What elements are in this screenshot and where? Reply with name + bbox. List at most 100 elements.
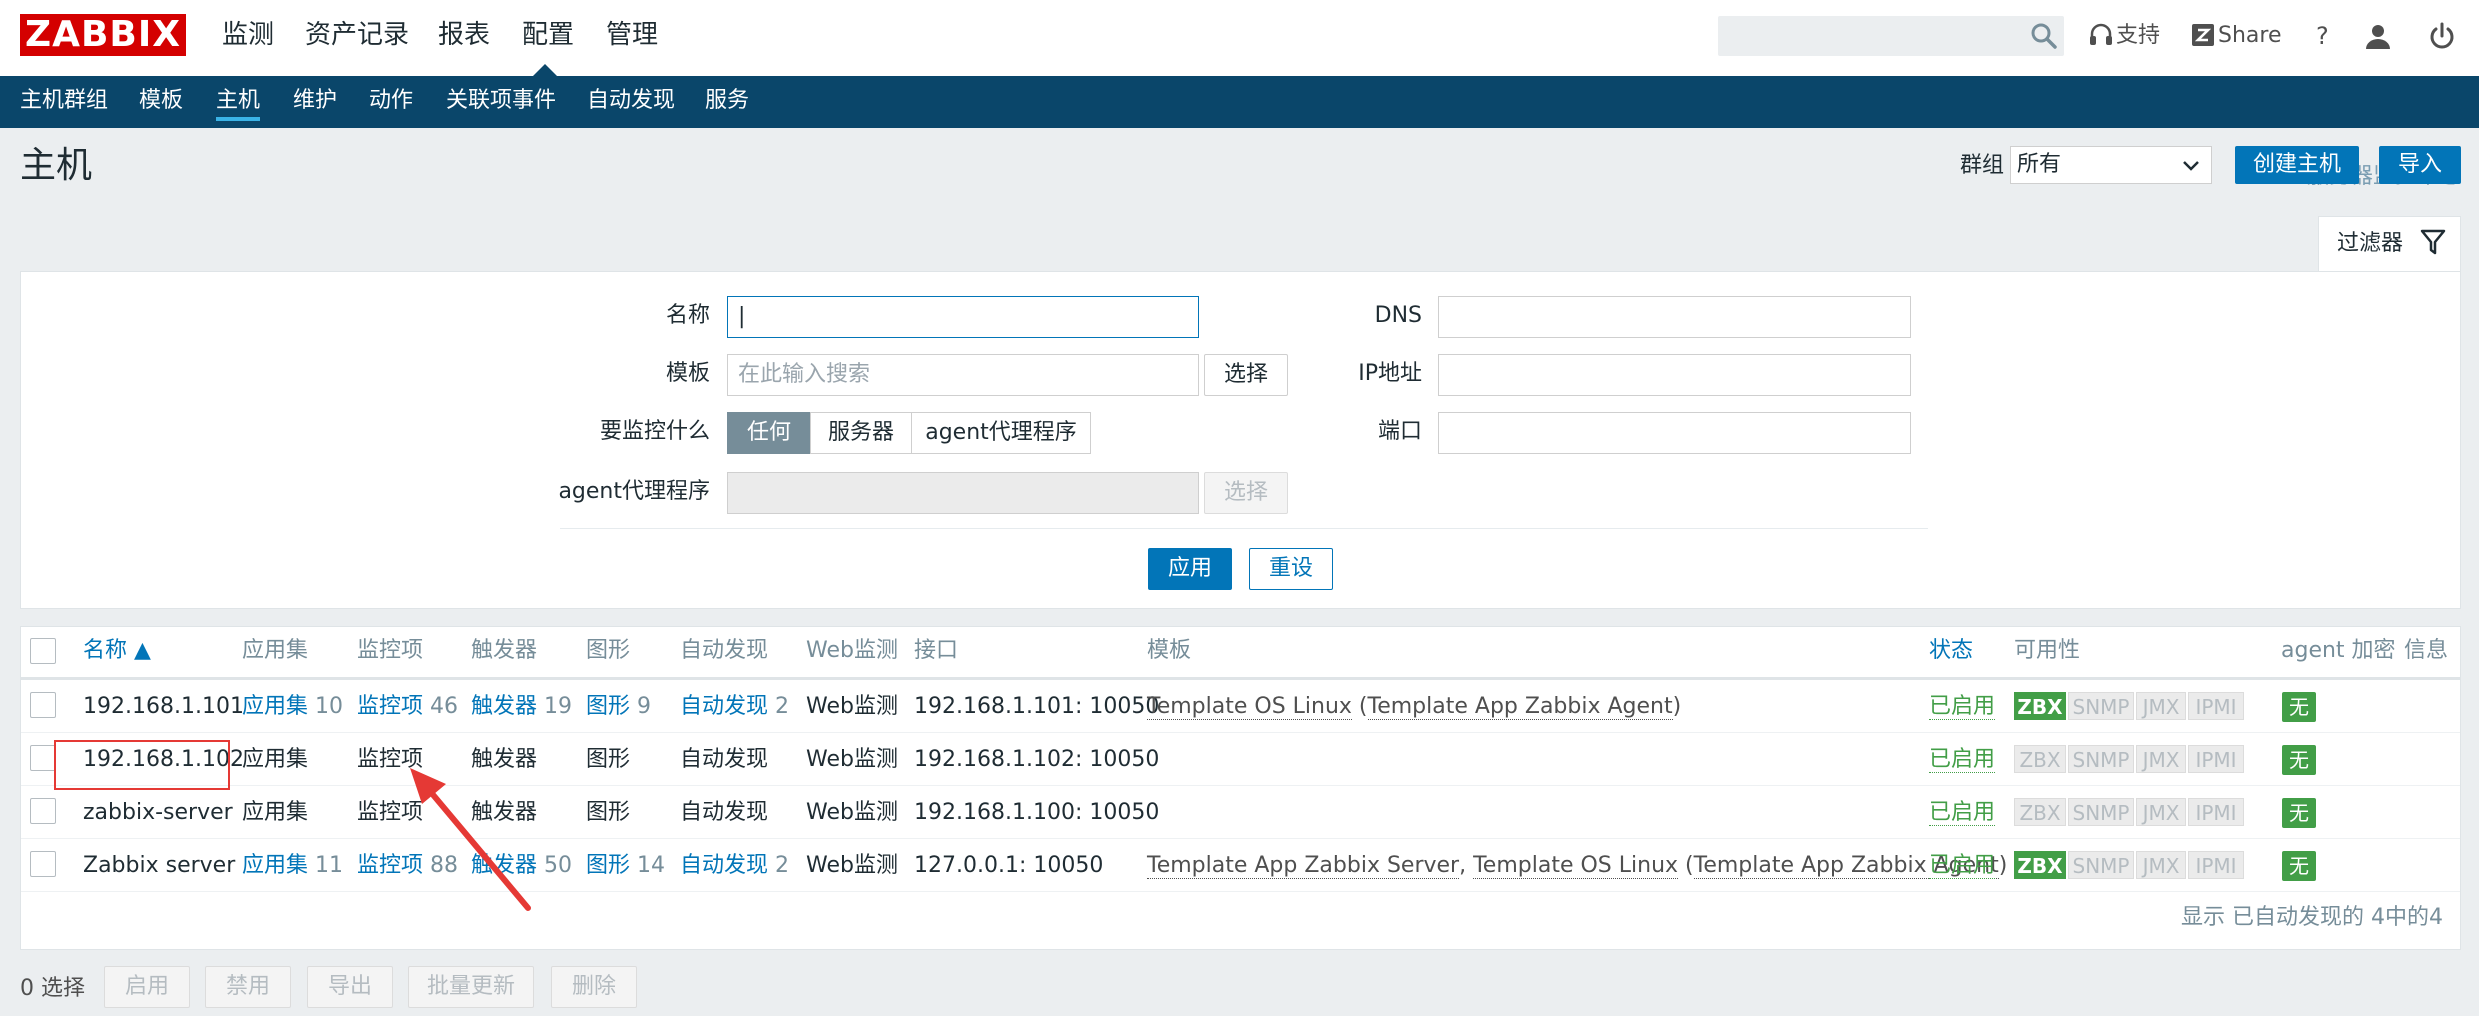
menu-monitoring[interactable]: 监测: [222, 0, 274, 76]
col-discovery-header: 自动发现: [680, 638, 769, 663]
proxy-label: agent代理程序: [558, 479, 710, 504]
create-host-button[interactable]: 创建主机: [2235, 146, 2359, 184]
col-graphs-header: 图形: [586, 638, 631, 663]
proxy-filter-input: [727, 472, 1199, 514]
monitor-server-option[interactable]: 服务器: [810, 412, 912, 454]
help-icon[interactable]: ?: [2316, 22, 2329, 50]
status-enabled-link[interactable]: 已启用: [1929, 853, 1996, 879]
status-enabled-link[interactable]: 已启用: [1929, 747, 1996, 773]
share-icon: [2192, 24, 2214, 46]
subnav-discovery[interactable]: 自动发现: [587, 76, 675, 128]
apps-link[interactable]: 应用集: [242, 853, 308, 878]
web-link[interactable]: Web监测: [806, 733, 898, 786]
mass-update-button[interactable]: 批量更新: [408, 966, 534, 1008]
template-link[interactable]: Template OS Linux: [1473, 853, 1679, 879]
template-filter-input[interactable]: 在此输入搜索: [727, 354, 1199, 396]
table-row: 192.168.1.102 应用集 监控项 触发器 图形 自动发现 Web监测 …: [21, 733, 2460, 786]
template-select-button[interactable]: 选择: [1204, 354, 1288, 396]
ip-label: IP地址: [1358, 361, 1422, 386]
export-button[interactable]: 导出: [307, 966, 393, 1008]
availability-zbx-badge: ZBX: [2014, 798, 2066, 826]
name-filter-input[interactable]: |: [727, 296, 1199, 338]
host-name-link[interactable]: zabbix-server: [83, 786, 233, 839]
subnav-actions[interactable]: 动作: [369, 76, 413, 128]
row-checkbox[interactable]: [30, 692, 56, 718]
page-title: 主机: [20, 145, 93, 186]
import-button[interactable]: 导入: [2379, 146, 2461, 184]
availability-ipmi-badge: IPMI: [2188, 745, 2244, 773]
filter-funnel-icon: [2420, 229, 2446, 255]
template-link[interactable]: Template App Zabbix Agent: [1367, 694, 1673, 720]
discovery-link[interactable]: 自动发现: [680, 694, 768, 719]
zabbix-logo[interactable]: ZABBIX: [20, 14, 186, 56]
availability-jmx-badge: JMX: [2136, 745, 2186, 773]
graphs-link[interactable]: 图形: [586, 786, 630, 839]
monitor-proxy-option[interactable]: agent代理程序: [911, 412, 1091, 454]
table-row: 192.168.1.101 应用集 10 监控项 46 触发器 19 图形 9 …: [21, 680, 2460, 733]
selected-count: 0 选择: [20, 976, 85, 1001]
filter-tab[interactable]: 过滤器: [2318, 216, 2461, 272]
reset-filter-button[interactable]: 重设: [1249, 548, 1333, 590]
row-checkbox[interactable]: [30, 745, 56, 771]
apply-filter-button[interactable]: 应用: [1148, 548, 1232, 590]
availability-zbx-badge: ZBX: [2014, 851, 2066, 879]
user-profile-icon[interactable]: [2364, 22, 2392, 50]
subnav-maintenance[interactable]: 维护: [293, 76, 337, 128]
disable-button[interactable]: 禁用: [205, 966, 291, 1008]
row-checkbox[interactable]: [30, 851, 56, 877]
status-enabled-link[interactable]: 已启用: [1929, 800, 1996, 826]
web-link[interactable]: Web监测: [806, 786, 898, 839]
apps-link[interactable]: 应用集: [242, 694, 308, 719]
col-templates-header: 模板: [1147, 638, 1192, 663]
items-link[interactable]: 监控项: [357, 694, 423, 719]
host-name-link[interactable]: 192.168.1.101: [83, 680, 244, 733]
row-checkbox[interactable]: [30, 798, 56, 824]
global-search-input[interactable]: [1718, 16, 2064, 56]
delete-button[interactable]: 删除: [551, 966, 637, 1008]
subnav-services[interactable]: 服务: [705, 76, 749, 128]
group-select[interactable]: 所有: [2010, 146, 2212, 184]
col-name-header[interactable]: 名称 ▲: [83, 626, 151, 676]
menu-administration[interactable]: 管理: [606, 0, 658, 76]
graphs-link[interactable]: 图形: [586, 694, 630, 719]
discovery-link[interactable]: 自动发现: [680, 786, 768, 839]
select-all-checkbox[interactable]: [30, 638, 56, 664]
monitor-any-option[interactable]: 任何: [727, 412, 811, 454]
graphs-link[interactable]: 图形: [586, 733, 630, 786]
web-link[interactable]: Web监测: [806, 839, 898, 892]
col-interface-header: 接口: [914, 638, 959, 663]
col-availability-header: 可用性: [2014, 638, 2081, 663]
graphs-link[interactable]: 图形: [586, 853, 630, 878]
subnav-templates[interactable]: 模板: [139, 76, 183, 128]
host-name-link[interactable]: Zabbix server: [83, 839, 235, 892]
power-icon[interactable]: [2428, 22, 2456, 50]
enable-button[interactable]: 启用: [104, 966, 190, 1008]
subnav-event-correlation[interactable]: 关联项事件: [446, 76, 556, 128]
share-link[interactable]: Share: [2218, 22, 2282, 50]
discovery-link[interactable]: 自动发现: [680, 853, 768, 878]
triggers-count: 19: [544, 694, 573, 719]
search-icon[interactable]: [2030, 22, 2058, 50]
encryption-none-badge: 无: [2282, 745, 2316, 775]
apps-link[interactable]: 应用集: [242, 786, 308, 839]
web-link[interactable]: Web监测: [806, 680, 898, 733]
menu-inventory[interactable]: 资产记录: [305, 0, 409, 76]
col-status-header[interactable]: 状态: [1929, 626, 1973, 676]
annotation-arrow-icon: [410, 768, 531, 911]
status-enabled-link[interactable]: 已启用: [1929, 694, 1996, 720]
discovery-link[interactable]: 自动发现: [680, 733, 768, 786]
template-link[interactable]: Template App Zabbix Server: [1147, 853, 1460, 879]
ip-filter-input[interactable]: [1438, 354, 1911, 396]
template-separator: ): [1998, 853, 2008, 878]
triggers-link[interactable]: 触发器: [471, 694, 537, 719]
port-filter-input[interactable]: [1438, 412, 1911, 454]
group-label: 群组: [1960, 153, 2005, 178]
dns-filter-input[interactable]: [1438, 296, 1911, 338]
filter-tab-label: 过滤器: [2337, 231, 2404, 256]
menu-reports[interactable]: 报表: [438, 0, 490, 76]
support-link[interactable]: 支持: [2116, 22, 2160, 50]
template-link[interactable]: Template OS Linux: [1147, 694, 1352, 720]
apps-link[interactable]: 应用集: [242, 733, 308, 786]
col-info-header: 信息: [2404, 638, 2449, 663]
subnav-host-groups[interactable]: 主机群组: [20, 76, 108, 128]
